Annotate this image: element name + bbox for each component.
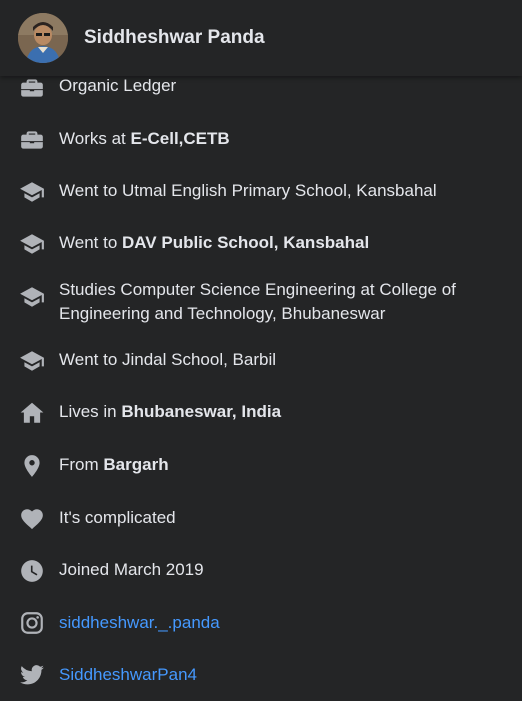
item-text: Lives in Bhubaneswar, India xyxy=(59,400,504,424)
item-text: Studies Computer Science Engineering at … xyxy=(59,280,456,323)
item-text: Works at E-Cell,CETB xyxy=(59,127,504,151)
graduation-cap-icon xyxy=(18,283,46,311)
item-prefix: From xyxy=(59,455,104,474)
item-text: It's complicated xyxy=(59,508,176,527)
clock-icon xyxy=(18,557,46,585)
current-city-link[interactable]: Bhubaneswar, India xyxy=(121,402,281,421)
instagram-link[interactable]: siddheshwar._.panda xyxy=(59,611,504,635)
item-text: Went to Jindal School, Barbil xyxy=(59,350,277,369)
hometown-link[interactable]: Bargarh xyxy=(103,455,168,474)
item-text: Went to Utmal English Primary School, Ka… xyxy=(59,181,437,200)
home-icon xyxy=(18,399,46,427)
graduation-cap-icon xyxy=(18,347,46,375)
location-pin-icon xyxy=(18,452,46,480)
item-text: Organic Ledger xyxy=(59,76,177,95)
heart-icon xyxy=(18,505,46,533)
item-text: From Bargarh xyxy=(59,453,504,477)
twitter-icon xyxy=(18,661,46,689)
item-text: Went to DAV Public School, Kansbahal xyxy=(59,231,504,255)
item-text: Joined March 2019 xyxy=(59,560,204,579)
item-prefix: Lives in xyxy=(59,402,122,421)
workplace-link[interactable]: E-Cell,CETB xyxy=(130,129,229,148)
item-prefix: Works at xyxy=(59,129,131,148)
school-link[interactable]: DAV Public School, Kansbahal xyxy=(122,233,369,252)
briefcase-icon xyxy=(18,126,46,154)
avatar[interactable] xyxy=(18,13,68,63)
briefcase-icon xyxy=(18,74,46,102)
twitter-link[interactable]: SiddheshwarPan4 xyxy=(59,663,504,687)
graduation-cap-icon xyxy=(18,230,46,258)
instagram-icon xyxy=(18,609,46,637)
item-prefix: Went to xyxy=(59,233,122,252)
profile-name[interactable]: Siddheshwar Panda xyxy=(84,27,265,49)
graduation-cap-icon xyxy=(18,178,46,206)
avatar-image xyxy=(18,13,68,63)
profile-header: Siddheshwar Panda xyxy=(0,0,522,76)
